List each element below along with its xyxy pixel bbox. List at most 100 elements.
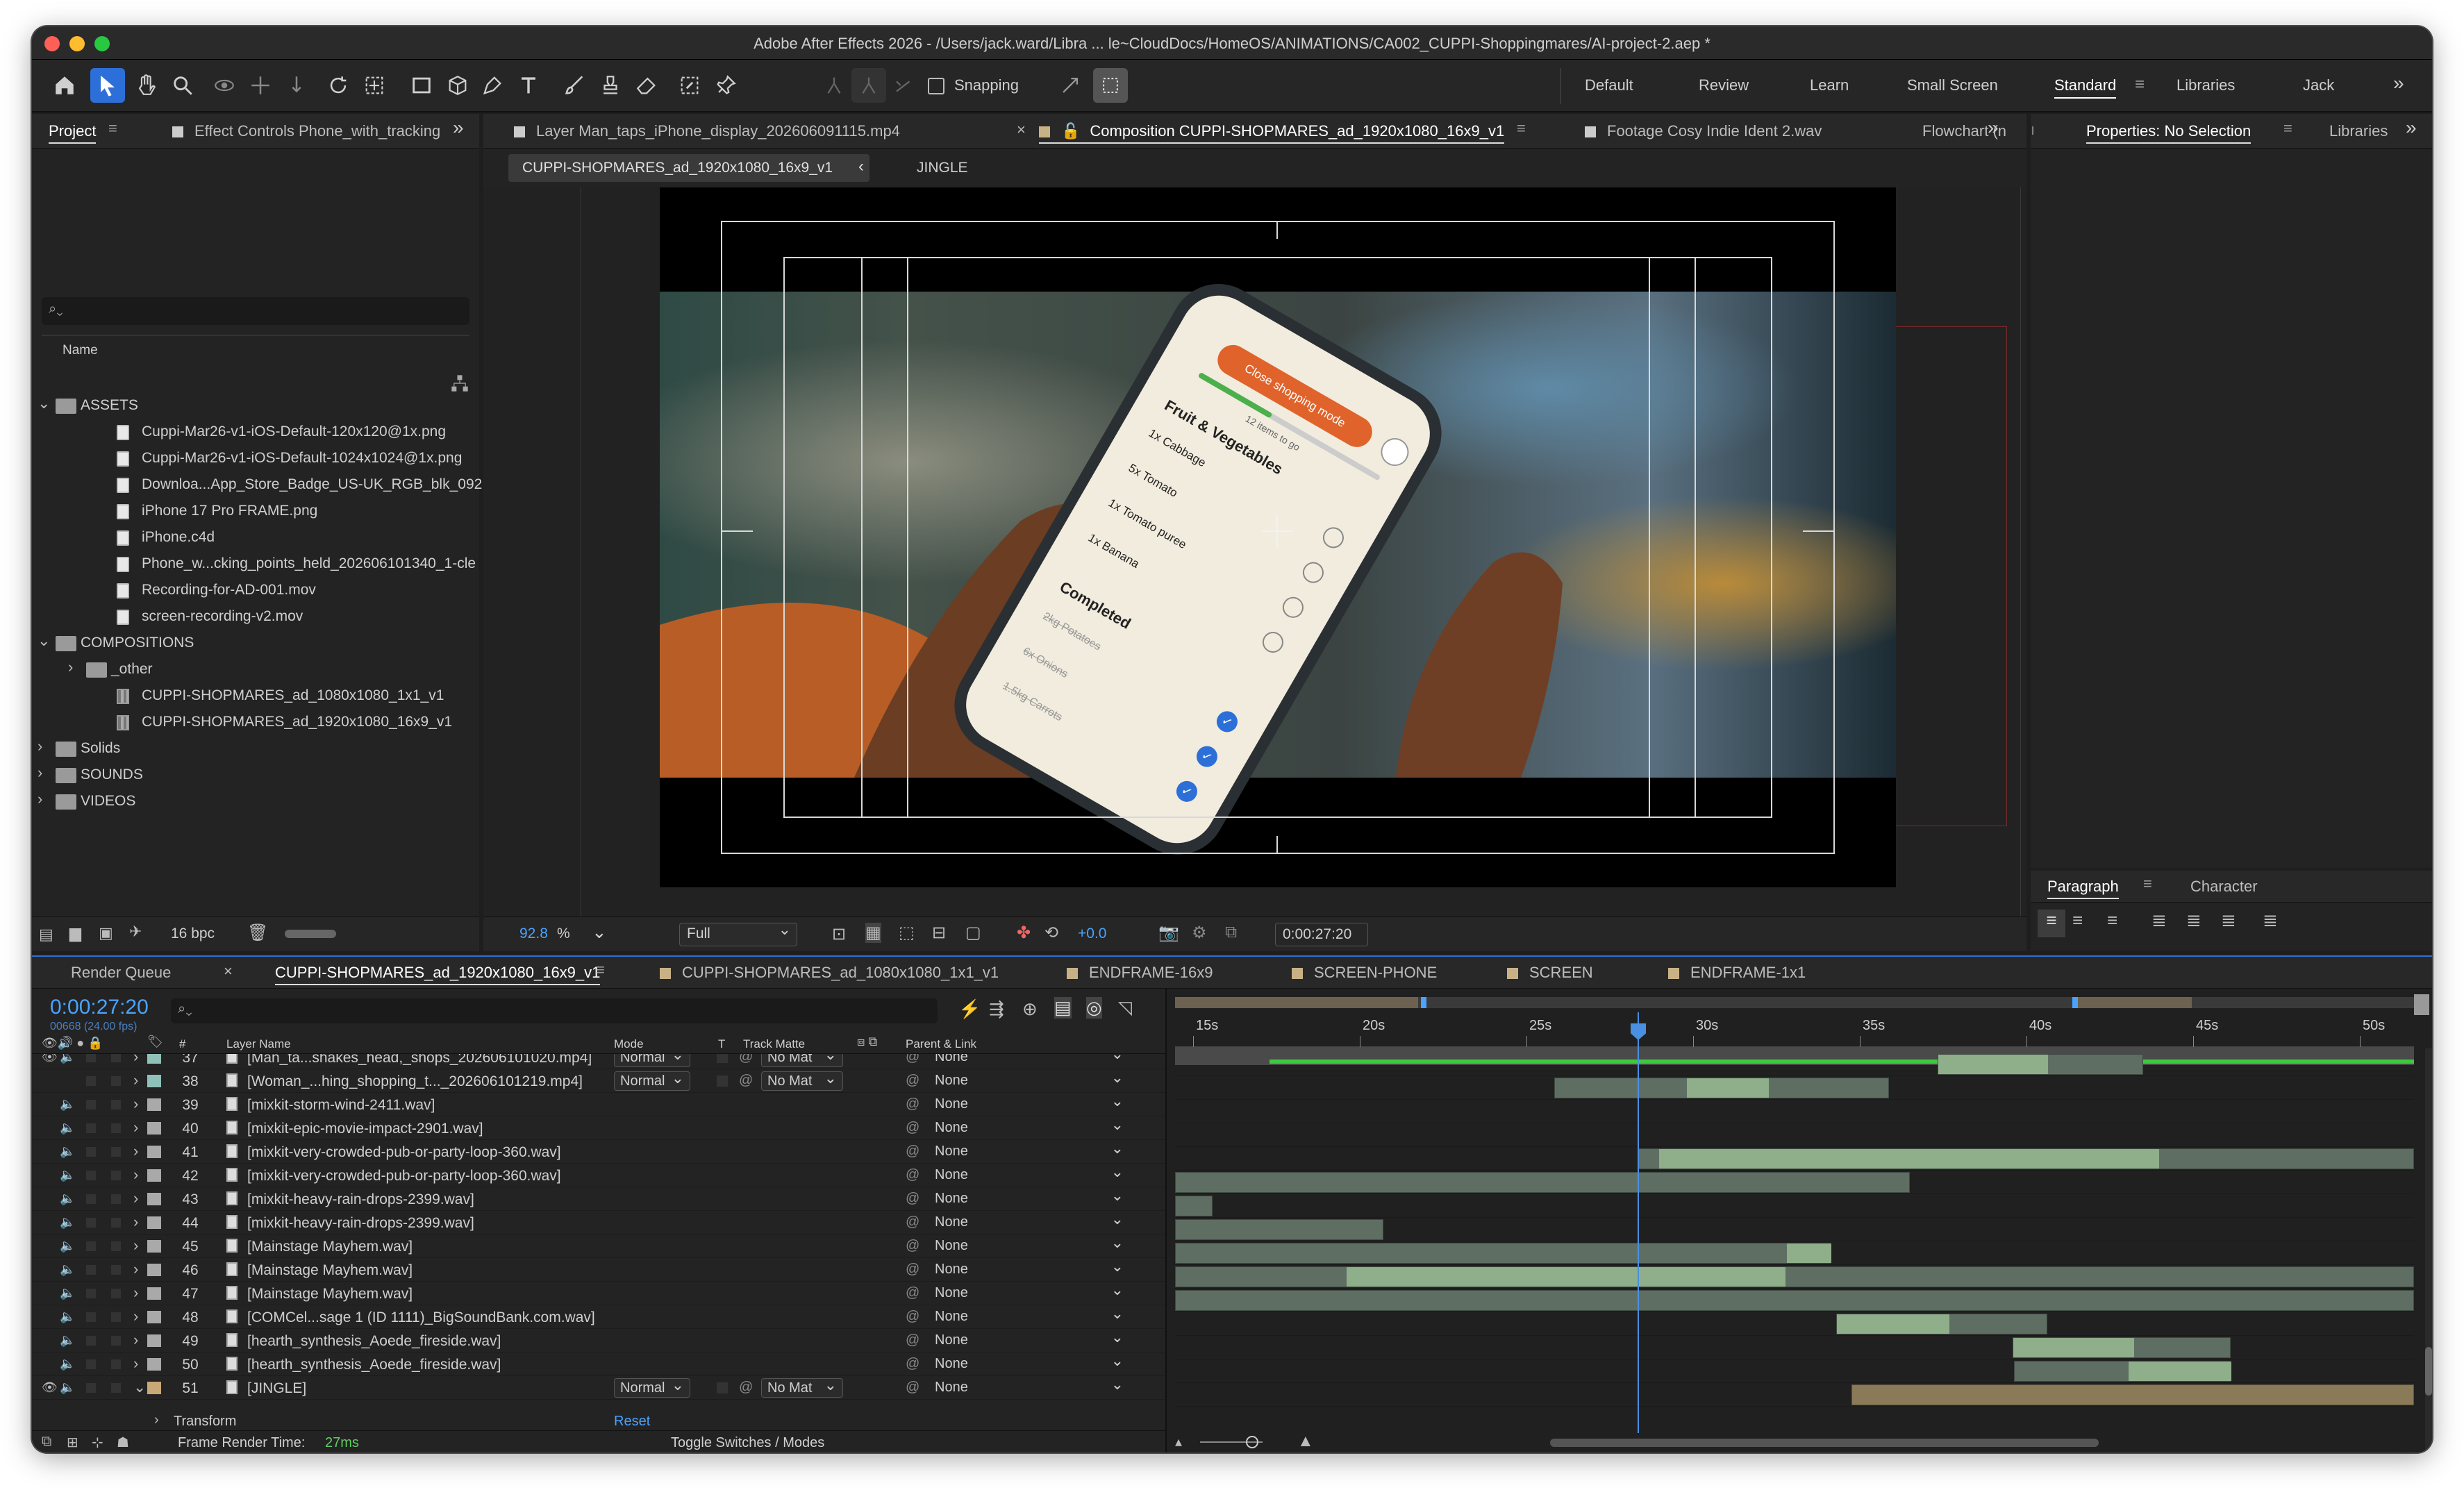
timeline-horizontal-scrollbar[interactable] <box>1550 1439 2099 1447</box>
parent-select[interactable]: None <box>935 1187 1131 1207</box>
tab-libraries[interactable]: Libraries <box>2329 122 2388 140</box>
workspace-learn[interactable]: Learn <box>1810 76 1849 94</box>
pan-tool-icon[interactable] <box>243 68 278 103</box>
label-color-swatch[interactable] <box>147 1264 161 1276</box>
label-color-swatch[interactable] <box>147 1216 161 1229</box>
speaker-icon[interactable]: 🔈 <box>60 1097 75 1112</box>
layer-row[interactable]: 🔈 › 41 [mixkit-very-crowded-pub-or-party-lo… <box>32 1139 1165 1164</box>
layer-row[interactable]: 🔈 › 44 [mixkit-heavy-rain-drops-2399.wav] @ N… <box>32 1210 1165 1234</box>
align-right-icon[interactable]: ≡ <box>2107 910 2117 931</box>
project-item[interactable]: Downloa...App_Store_Badge_US-UK_RGB_blk_… <box>32 472 482 499</box>
layer-bar[interactable] <box>2014 1361 2231 1382</box>
parent-select[interactable]: None <box>935 1139 1131 1160</box>
project-item[interactable]: ⌄ COMPOSITIONS <box>32 630 476 657</box>
chevron-right-icon[interactable]: › <box>133 1054 138 1066</box>
chevron-right-icon[interactable]: › <box>38 764 42 782</box>
solo-toggle[interactable] <box>86 1171 96 1180</box>
align-horizontal-icon[interactable] <box>817 68 851 103</box>
label-color-swatch[interactable] <box>147 1146 161 1158</box>
layer-name[interactable]: [Mainstage Mayhem.wav] <box>247 1286 413 1303</box>
project-item[interactable]: Cuppi-Mar26-v1-iOS-Default-1024x1024@1x.… <box>32 446 476 472</box>
expand-icon[interactable]: ⊹ <box>92 1434 103 1451</box>
parent-select[interactable]: None <box>935 1092 1131 1113</box>
justify-all-icon[interactable]: ≣ <box>2263 910 2278 931</box>
layer-name[interactable]: [mixkit-heavy-rain-drops-2399.wav] <box>247 1191 474 1208</box>
transparency-grid-icon[interactable]: ▦ <box>865 923 881 943</box>
speaker-icon[interactable]: 🔈 <box>60 1286 75 1300</box>
chevron-right-icon[interactable]: › <box>133 1166 138 1184</box>
close-timeline-tab-icon[interactable]: × <box>224 962 233 980</box>
snapping-checkbox[interactable] <box>928 78 944 94</box>
snap-target-icon[interactable] <box>1053 68 1088 103</box>
chevron-down-icon[interactable]: ⌄ <box>38 632 50 650</box>
solo-toggle[interactable] <box>86 1123 96 1133</box>
parent-pickwhip-icon[interactable]: @ <box>906 1285 919 1301</box>
layer-bar[interactable] <box>1554 1078 1889 1098</box>
lock-toggle[interactable] <box>111 1383 121 1393</box>
project-item[interactable]: › Solids <box>32 736 476 762</box>
parent-pickwhip-icon[interactable]: @ <box>906 1167 919 1183</box>
parent-select[interactable]: None <box>935 1257 1131 1278</box>
new-folder-icon[interactable]: ▆ <box>69 924 81 942</box>
align-left-icon[interactable]: ≡ <box>2038 910 2065 937</box>
tab-layer[interactable]: Layer Man_taps_iPhone_display_2026060911… <box>514 122 900 140</box>
layer-row[interactable]: 🔈 › 49 [hearth_synthesis_Aoede_fireside.wav… <box>32 1328 1165 1353</box>
layer-row[interactable]: 🔈 › 45 [Mainstage Mayhem.wav] @ None <box>32 1234 1165 1258</box>
parent-select[interactable]: None <box>935 1328 1131 1349</box>
tab-timeline-1x1[interactable]: CUPPI-SHOPMARES_ad_1080x1080_1x1_v1 <box>660 964 999 982</box>
layer-name[interactable]: [Mainstage Mayhem.wav] <box>247 1262 413 1279</box>
eye-icon[interactable]: 👁 <box>42 1054 58 1064</box>
workspace-review[interactable]: Review <box>1699 76 1749 94</box>
chevron-right-icon[interactable]: › <box>133 1119 138 1137</box>
zoom-tool-icon[interactable] <box>165 68 200 103</box>
speaker-icon[interactable]: 🔈 <box>60 1357 75 1371</box>
transform-label[interactable]: Transform <box>174 1414 236 1430</box>
layer-mode-select[interactable]: Normal <box>614 1376 690 1398</box>
timeline-zoom-slider[interactable] <box>1246 1436 1258 1448</box>
chevron-right-icon[interactable]: › <box>133 1213 138 1231</box>
close-tab-icon[interactable]: × <box>1017 121 1026 139</box>
solo-toggle[interactable] <box>86 1289 96 1298</box>
layer-bar[interactable] <box>1175 1266 2414 1287</box>
chevron-right-icon[interactable]: › <box>133 1307 138 1325</box>
project-item[interactable]: ⌄ ASSETS <box>32 393 476 419</box>
solo-toggle[interactable] <box>86 1054 96 1062</box>
parent-select[interactable]: None <box>935 1352 1131 1373</box>
align-center-icon[interactable] <box>851 68 886 103</box>
parent-pickwhip-icon[interactable]: @ <box>906 1191 919 1207</box>
justify-right-icon[interactable]: ≣ <box>2221 910 2236 931</box>
motion-sketch-icon[interactable]: ☗ <box>117 1434 129 1451</box>
lock-toggle[interactable] <box>111 1289 121 1298</box>
tab-paragraph[interactable]: Paragraph <box>2047 878 2119 899</box>
label-color-swatch[interactable] <box>147 1122 161 1135</box>
timeline-timecode[interactable]: 0:00:27:20 <box>50 996 149 1019</box>
channel-output-icon[interactable]: ⧉ <box>1225 923 1237 942</box>
workspace-jack[interactable]: Jack <box>2303 76 2334 94</box>
layer-row[interactable]: 🔈 › 39 [mixkit-storm-wind-2411.wav] @ None <box>32 1092 1165 1116</box>
lock-toggle[interactable] <box>111 1218 121 1228</box>
layer-row[interactable]: 🔈 › 40 [mixkit-epic-movie-impact-2901.wav] @… <box>32 1116 1165 1140</box>
layer-row[interactable]: 🔈 › 46 [Mainstage Mayhem.wav] @ None <box>32 1257 1165 1282</box>
tab-properties[interactable]: Properties: No Selection <box>2086 122 2251 144</box>
layer-bar[interactable] <box>1175 1243 1831 1264</box>
timeline-menu-icon[interactable]: ≡ <box>596 961 605 979</box>
layer-bar[interactable] <box>1638 1148 2414 1169</box>
thumbnail-slider[interactable] <box>285 930 336 938</box>
guides-icon[interactable]: ⊟ <box>932 923 946 943</box>
align-vertical-icon[interactable] <box>886 68 921 103</box>
type-tool-icon[interactable] <box>511 68 546 103</box>
parent-select[interactable]: None <box>935 1305 1131 1325</box>
timeline-search-input[interactable]: ⌕⌄ <box>171 998 938 1023</box>
track-matte-select[interactable]: No Mat <box>761 1069 843 1091</box>
snapshot-icon[interactable]: 📷 <box>1158 923 1179 943</box>
lock-toggle[interactable] <box>111 1054 121 1062</box>
speaker-icon[interactable]: 🔈 <box>60 1262 75 1277</box>
tab-endframe-16x9[interactable]: ENDFRAME-16x9 <box>1067 964 1213 982</box>
speaker-icon[interactable]: 🔈 <box>60 1309 75 1324</box>
layer-name[interactable]: [Man_ta...shakes_head,_shops_20260610102… <box>247 1054 592 1066</box>
bpc-button[interactable]: 16 bpc <box>171 926 215 942</box>
parent-select[interactable]: None <box>935 1054 1131 1066</box>
viewer-canvas[interactable]: Close shopping mode 12 items to go Fruit… <box>483 187 2026 916</box>
new-composition-icon[interactable]: ▣ <box>99 924 113 942</box>
track-vertical-scrollbar[interactable] <box>2425 1048 2432 1451</box>
